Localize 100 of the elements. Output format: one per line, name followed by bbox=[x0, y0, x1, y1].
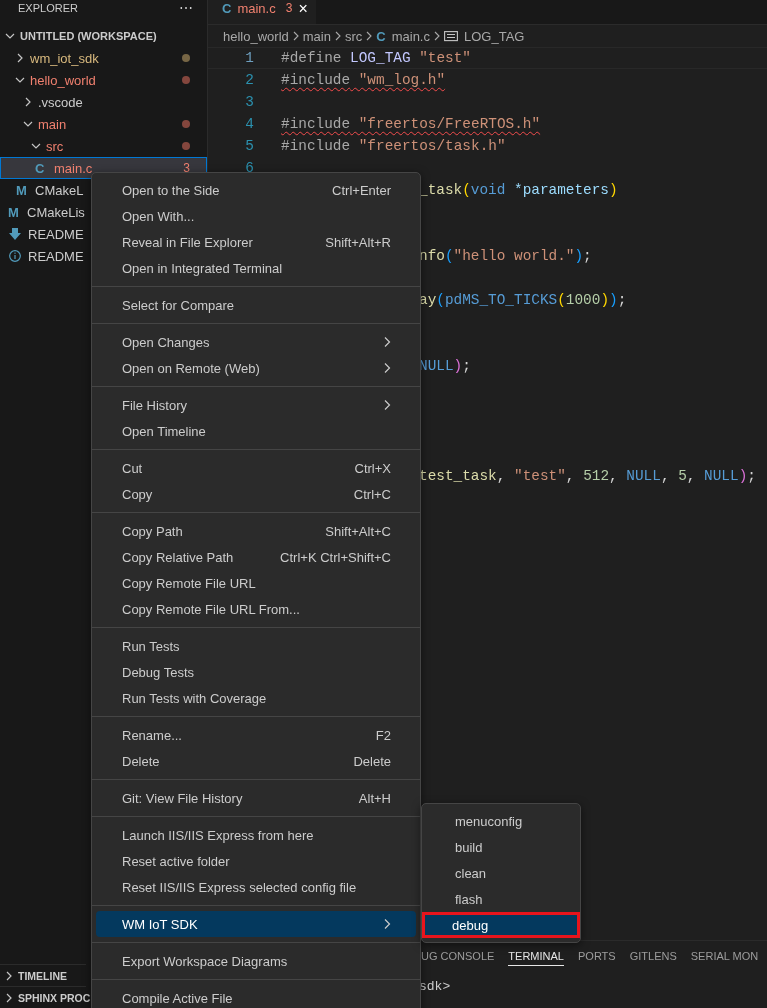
menu-item[interactable]: Launch IIS/IIS Express from here bbox=[96, 822, 416, 848]
menu-item[interactable]: Open Timeline bbox=[96, 418, 416, 444]
menu-item[interactable]: Copy Remote File URL From... bbox=[96, 596, 416, 622]
tree-item[interactable]: wm_iot_sdk bbox=[0, 47, 207, 69]
panel-tab[interactable]: PORTS bbox=[578, 946, 616, 966]
panel-tab[interactable]: GITLENS bbox=[629, 946, 677, 966]
code-line: #include "freertos/task.h" bbox=[281, 138, 506, 154]
menu-item[interactable]: Select for Compare bbox=[96, 292, 416, 318]
code-line: _task(void *parameters) bbox=[419, 182, 618, 198]
menu-item[interactable]: Reset active folder bbox=[96, 848, 416, 874]
menu-item[interactable]: Compile Active File bbox=[96, 985, 416, 1008]
c-file-icon: C bbox=[35, 160, 49, 176]
menu-item[interactable]: Open on Remote (Web) bbox=[96, 355, 416, 381]
item-label: main.c bbox=[54, 160, 94, 176]
chevron-right-icon bbox=[383, 399, 391, 411]
menu-item[interactable]: Copy Ctrl+C bbox=[96, 481, 416, 507]
panel-tab[interactable]: SERIAL MON bbox=[690, 946, 759, 966]
line-number: 2 bbox=[244, 72, 254, 88]
menu-item[interactable]: WM IoT SDK bbox=[96, 911, 416, 937]
keyboard-shortcut: F2 bbox=[375, 727, 391, 743]
keyboard-shortcut: Ctrl+K Ctrl+Shift+C bbox=[280, 549, 391, 565]
m-file-icon: M bbox=[8, 204, 22, 220]
menu-item[interactable]: Debug Tests bbox=[96, 659, 416, 685]
item-label: src bbox=[46, 138, 65, 154]
item-label: wm_iot_sdk bbox=[30, 50, 100, 66]
chevron-right-icon bbox=[383, 362, 391, 374]
code-line: test_task, "test", 512, NULL, 5, NULL); bbox=[419, 468, 756, 484]
line-number: 1 bbox=[244, 50, 254, 66]
more-actions-button[interactable]: ⋯ bbox=[179, 3, 193, 13]
panel-title: EXPLORER bbox=[18, 2, 78, 14]
menu-item[interactable]: Run Tests with Coverage bbox=[96, 685, 416, 711]
line-number: 6 bbox=[244, 160, 254, 176]
menu-item[interactable]: Copy Remote File URL bbox=[96, 570, 416, 596]
keyboard-shortcut: Alt+H bbox=[358, 790, 391, 806]
menu-item[interactable]: Copy Relative Path Ctrl+K Ctrl+Shift+C bbox=[96, 544, 416, 570]
tree-item[interactable]: .vscode bbox=[0, 91, 207, 113]
tree-item[interactable]: hello_world bbox=[0, 69, 207, 91]
tree-item[interactable]: M CMakeLis bbox=[0, 201, 91, 223]
chevron-right-icon bbox=[333, 30, 342, 42]
tree-item[interactable]: M CMakeL bbox=[0, 179, 91, 201]
workspace-header[interactable]: UNTITLED (WORKSPACE) bbox=[0, 25, 207, 47]
breadcrumb-item[interactable]: LOG_TAG bbox=[444, 28, 525, 44]
code-line: #include "wm_log.h" bbox=[281, 72, 446, 88]
menu-item[interactable]: Copy Path Shift+Alt+C bbox=[96, 518, 416, 544]
code-line: #include "freertos/FreeRTOS.h" bbox=[281, 116, 541, 132]
menu-item[interactable]: flash bbox=[426, 886, 576, 912]
menu-item[interactable]: Open Changes bbox=[96, 329, 416, 355]
menu-item[interactable]: Delete Delete bbox=[96, 748, 416, 774]
keyboard-shortcut: Shift+Alt+R bbox=[325, 234, 391, 250]
tree-item[interactable]: README bbox=[0, 245, 91, 267]
breadcrumb-item[interactable]: hello_world bbox=[223, 28, 289, 44]
menu-item[interactable]: Reset IIS/IIS Express selected config file bbox=[96, 874, 416, 900]
symbol-icon bbox=[444, 30, 458, 42]
editor-tab[interactable]: C main.c 3 × bbox=[208, 0, 316, 24]
keyboard-shortcut: Delete bbox=[353, 753, 391, 769]
menu-item[interactable]: Open With... bbox=[96, 203, 416, 229]
section-header[interactable]: TIMELINE bbox=[0, 964, 86, 986]
item-label: main bbox=[38, 116, 68, 132]
menu-item[interactable]: debug bbox=[422, 912, 580, 938]
m-file-icon: M bbox=[16, 182, 30, 198]
keyboard-shortcut: Ctrl+Enter bbox=[332, 182, 391, 198]
panel-tab[interactable]: UG CONSOLE bbox=[421, 946, 495, 966]
menu-item[interactable]: Rename... F2 bbox=[96, 722, 416, 748]
download-arrow-icon bbox=[9, 228, 21, 240]
tree-item[interactable]: main bbox=[0, 113, 207, 135]
panel-tab[interactable]: TERMINAL bbox=[508, 946, 564, 966]
tree-item[interactable]: README bbox=[0, 223, 91, 245]
menu-item[interactable]: Export Workspace Diagrams bbox=[96, 948, 416, 974]
menu-item[interactable]: File History bbox=[96, 392, 416, 418]
menu-item[interactable]: Cut Ctrl+X bbox=[96, 455, 416, 481]
menu-item[interactable]: Reveal in File Explorer Shift+Alt+R bbox=[96, 229, 416, 255]
chevron-right-icon bbox=[291, 30, 300, 42]
menu-item[interactable]: build bbox=[426, 834, 576, 860]
chevron-right-icon bbox=[383, 918, 391, 930]
breadcrumb-item[interactable]: C main.c bbox=[376, 28, 430, 44]
keyboard-shortcut: Ctrl+X bbox=[354, 460, 391, 476]
chevron-right-icon bbox=[365, 30, 374, 42]
breadcrumb-item[interactable]: main bbox=[302, 28, 331, 44]
keyboard-shortcut: Shift+Alt+C bbox=[325, 523, 391, 539]
menu-item[interactable]: clean bbox=[426, 860, 576, 886]
close-button[interactable]: × bbox=[298, 0, 308, 17]
terminal-prompt: sdk> bbox=[418, 979, 452, 994]
breadcrumb-item[interactable]: src bbox=[344, 28, 363, 44]
menu-item[interactable]: menuconfig bbox=[426, 808, 576, 834]
info-icon bbox=[9, 250, 21, 262]
menu-item[interactable]: Git: View File History Alt+H bbox=[96, 785, 416, 811]
menu-item[interactable]: Open in Integrated Terminal bbox=[96, 255, 416, 281]
code-line: #define LOG_TAG "test" bbox=[281, 50, 471, 66]
chevron-right-icon bbox=[433, 30, 441, 42]
menu-item[interactable]: Open to the Side Ctrl+Enter bbox=[96, 177, 416, 203]
c-file-icon: C bbox=[222, 0, 232, 17]
line-number: 5 bbox=[244, 138, 254, 154]
item-label: hello_world bbox=[30, 72, 97, 88]
keyboard-shortcut: Ctrl+C bbox=[353, 486, 391, 502]
menu-item[interactable]: Run Tests bbox=[96, 633, 416, 659]
c-file-icon: C bbox=[376, 28, 386, 44]
line-number: 4 bbox=[244, 116, 254, 132]
line-number: 3 bbox=[244, 94, 254, 110]
tree-item[interactable]: src bbox=[0, 135, 207, 157]
problem-count: 3 bbox=[285, 0, 293, 17]
